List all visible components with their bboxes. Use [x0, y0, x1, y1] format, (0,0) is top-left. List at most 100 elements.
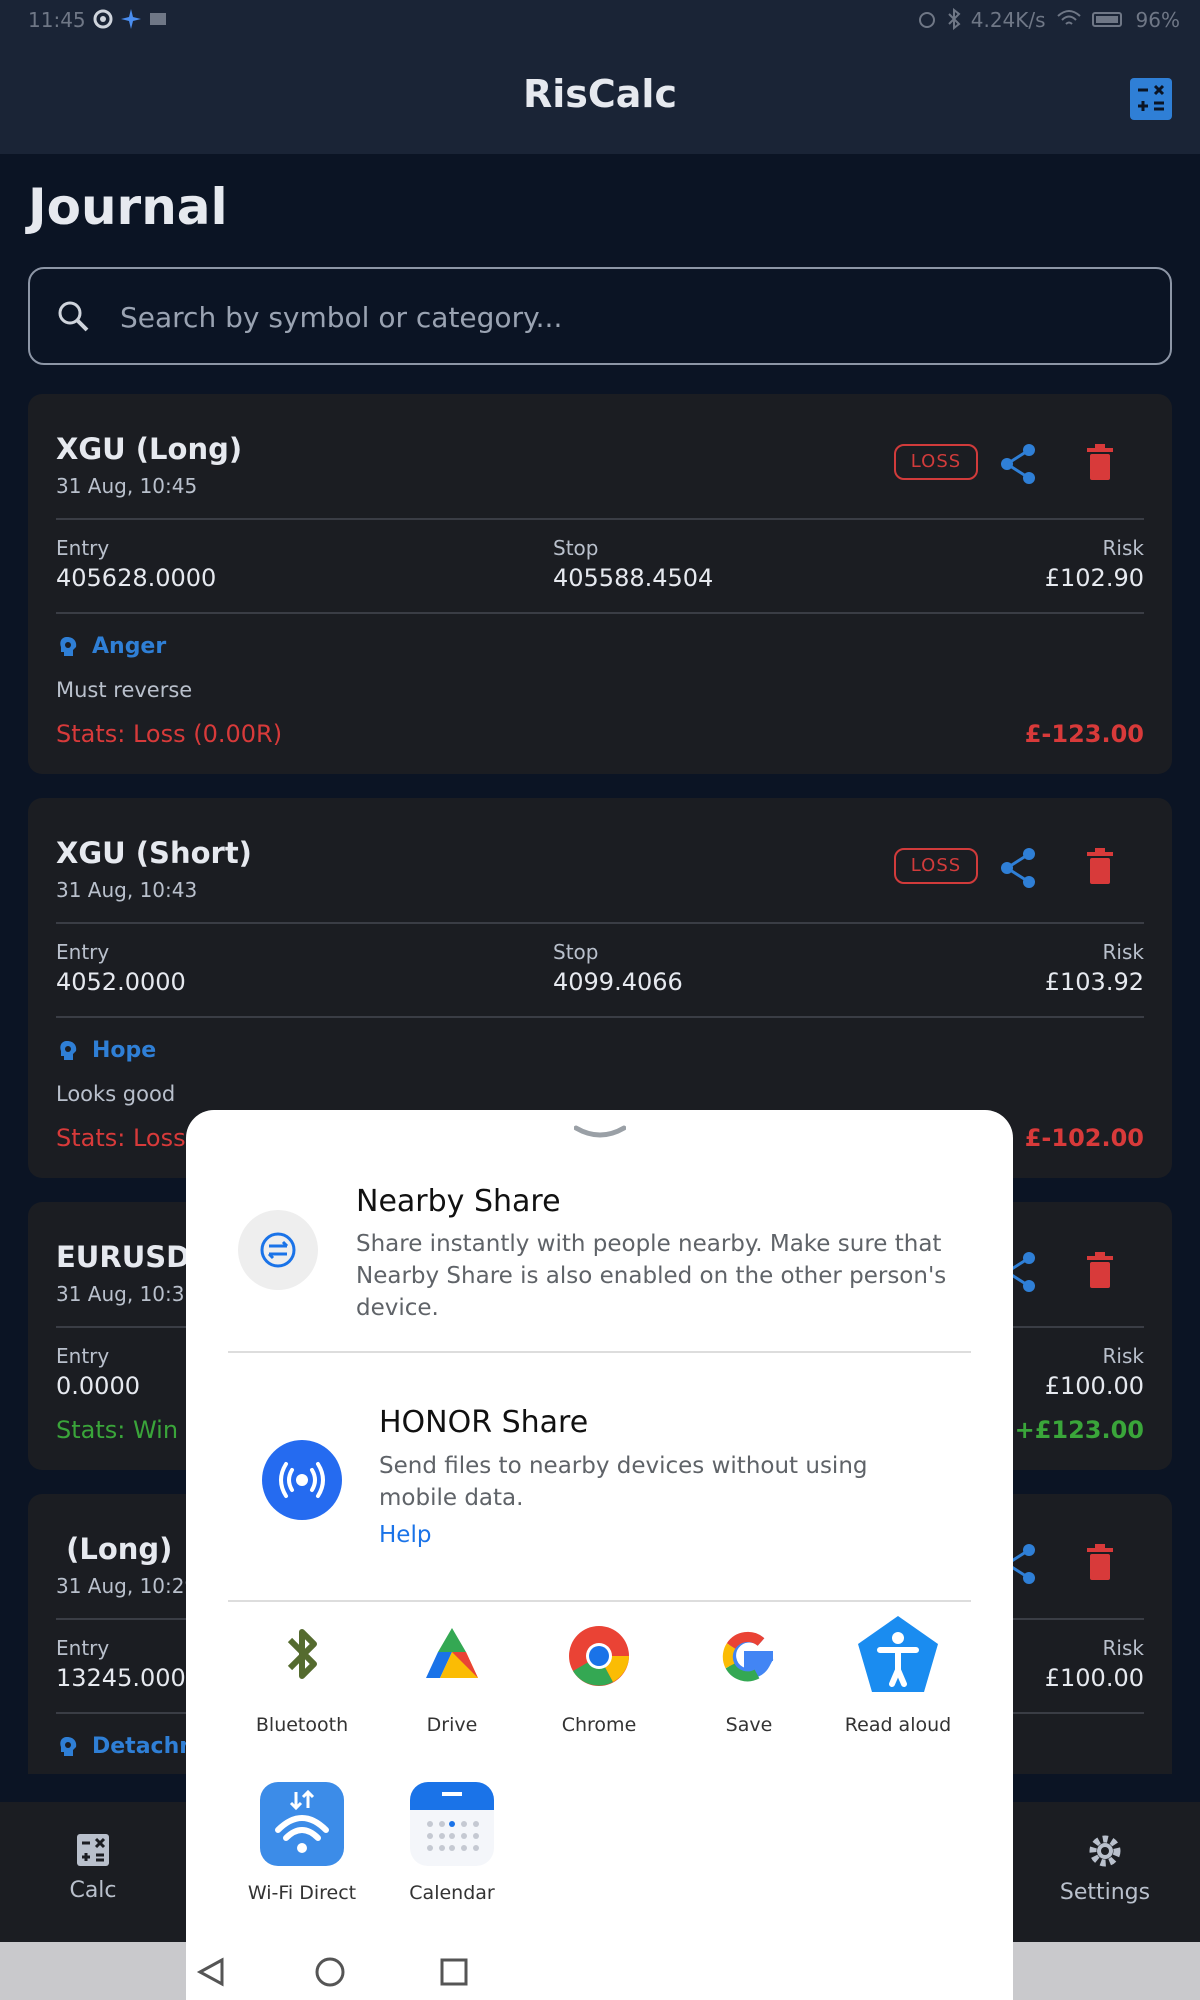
stop-label: Stop	[553, 536, 599, 560]
nearby-share-title[interactable]: Nearby Share	[356, 1184, 561, 1219]
delete-icon[interactable]	[1083, 442, 1117, 482]
trade-stats: Stats: Loss (0.00R)	[56, 720, 283, 748]
battery-icon	[1091, 12, 1122, 27]
entry-value: 4052.0000	[56, 968, 186, 996]
nearby-share-description: Share instantly with people nearby. Make…	[356, 1231, 947, 1321]
bluetooth-status-icon	[948, 8, 961, 30]
share-app-bluetooth[interactable]: Bluetooth	[232, 1612, 372, 1736]
stop-label: Stop	[553, 940, 599, 964]
trade-symbol: XGU (Short)	[56, 836, 252, 870]
sparkle-notification-icon	[121, 9, 141, 29]
home-nav-icon[interactable]	[310, 1942, 350, 2000]
app-label: Bluetooth	[255, 1714, 349, 1736]
google-icon	[722, 1631, 774, 1682]
nav-calc[interactable]: Calc	[18, 1832, 168, 1903]
share-app-drive[interactable]: Drive	[382, 1612, 522, 1736]
status-time: 11:45	[28, 8, 86, 32]
brain-icon	[60, 1736, 77, 1756]
honor-share-icon[interactable]	[262, 1440, 342, 1520]
entry-value: 405628.0000	[56, 564, 217, 592]
card-divider	[56, 1016, 1144, 1018]
share-app-save[interactable]: Save	[679, 1612, 819, 1736]
risk-label: Risk	[1102, 940, 1144, 964]
recents-nav-icon[interactable]	[436, 1942, 472, 2000]
status-notification-icons	[92, 8, 168, 30]
share-app-read-aloud[interactable]: Read aloud	[828, 1612, 968, 1736]
search-input[interactable]	[120, 297, 1120, 337]
stop-value: 405588.4504	[553, 564, 714, 592]
delete-icon[interactable]	[1083, 1250, 1117, 1290]
emotion-tag: Detachm	[56, 1734, 202, 1759]
loss-badge: LOSS	[894, 848, 978, 884]
emotion-label: Anger	[92, 634, 167, 659]
app-label: Calendar	[409, 1882, 495, 1904]
risk-label: Risk	[1102, 536, 1144, 560]
loss-badge: LOSS	[894, 444, 978, 480]
delete-icon[interactable]	[1083, 846, 1117, 886]
trade-stats: Stats: Win	[56, 1416, 179, 1444]
calendar-icon	[410, 1782, 494, 1866]
trade-date: 31 Aug, 10:29	[56, 1574, 198, 1598]
nearby-arrows-icon	[260, 1232, 296, 1268]
nav-settings-label: Settings	[1059, 1880, 1151, 1905]
app-label: Drive	[426, 1714, 478, 1736]
gear-notification-icon	[93, 9, 113, 29]
search-box[interactable]	[28, 267, 1172, 365]
delete-icon[interactable]	[1083, 1542, 1117, 1582]
entry-label: Entry	[56, 1636, 110, 1660]
battery-level: 96%	[1135, 8, 1180, 32]
sheet-handle-icon[interactable]	[574, 1124, 626, 1144]
trade-symbol: (Long)	[56, 1532, 173, 1566]
emotion-label: Hope	[92, 1038, 157, 1063]
stop-value: 4099.4066	[553, 968, 683, 996]
nav-settings[interactable]: Settings	[1030, 1832, 1180, 1905]
trade-date: 31 Aug, 10:31	[56, 1282, 198, 1306]
back-nav-icon[interactable]	[192, 1942, 228, 2000]
share-sheet: Nearby Share Share instantly with people…	[186, 1110, 1013, 2000]
trade-date: 31 Aug, 10:45	[56, 474, 198, 498]
share-app-chrome[interactable]: Chrome	[529, 1612, 669, 1736]
entry-label: Entry	[56, 1344, 110, 1368]
entry-label: Entry	[56, 536, 110, 560]
trade-date: 31 Aug, 10:43	[56, 878, 198, 902]
trade-symbol: XGU (Long)	[56, 432, 243, 466]
app-label: Wi-Fi Direct	[247, 1882, 357, 1904]
accessibility-icon	[858, 1616, 938, 1692]
entry-value: 13245.0000	[56, 1664, 202, 1692]
nearby-share-icon[interactable]	[238, 1210, 318, 1290]
share-app-wifi-direct[interactable]: Wi-Fi Direct	[232, 1780, 372, 1904]
app-title: RisCalc	[523, 72, 677, 116]
help-link[interactable]: Help	[379, 1522, 431, 1548]
share-icon[interactable]	[998, 442, 1038, 486]
status-bar: 11:45 4.24K/s 96%	[0, 0, 1200, 40]
chrome-icon	[569, 1626, 629, 1686]
network-speed: 4.24K/s	[970, 8, 1046, 32]
gear-icon	[1089, 1835, 1121, 1867]
emotion-tag: Hope	[56, 1038, 156, 1063]
card-divider	[56, 612, 1144, 614]
share-icon[interactable]	[998, 846, 1038, 890]
app-label: Save	[725, 1714, 773, 1736]
calculator-button[interactable]	[1130, 78, 1172, 120]
page-title: Journal	[28, 178, 228, 236]
honor-share-title[interactable]: HONOR Share	[379, 1405, 588, 1440]
emotion-tag: Anger	[56, 634, 166, 659]
card-divider	[56, 518, 1144, 520]
trade-symbol: EURUSD	[56, 1240, 191, 1274]
trade-note: Looks good	[56, 1082, 176, 1106]
trade-card[interactable]: XGU (Long) 31 Aug, 10:45 LOSS Entry 4056…	[28, 394, 1172, 774]
risk-value: £103.92	[1044, 968, 1144, 996]
risk-label: Risk	[1102, 1344, 1144, 1368]
calculator-icon	[1138, 84, 1165, 111]
trade-stats: Stats: Loss	[56, 1124, 186, 1152]
sheet-divider	[228, 1600, 971, 1602]
trade-pnl: £-102.00	[1024, 1124, 1144, 1152]
wifi-direct-icon	[260, 1782, 344, 1866]
risk-value: £100.00	[1044, 1372, 1144, 1400]
share-app-calendar[interactable]: Calendar	[382, 1780, 522, 1904]
brain-icon	[60, 1040, 77, 1060]
sheet-divider	[228, 1351, 971, 1353]
nav-calc-label: Calc	[69, 1878, 117, 1903]
entry-label: Entry	[56, 940, 110, 964]
app-bar: RisCalc	[0, 40, 1200, 154]
